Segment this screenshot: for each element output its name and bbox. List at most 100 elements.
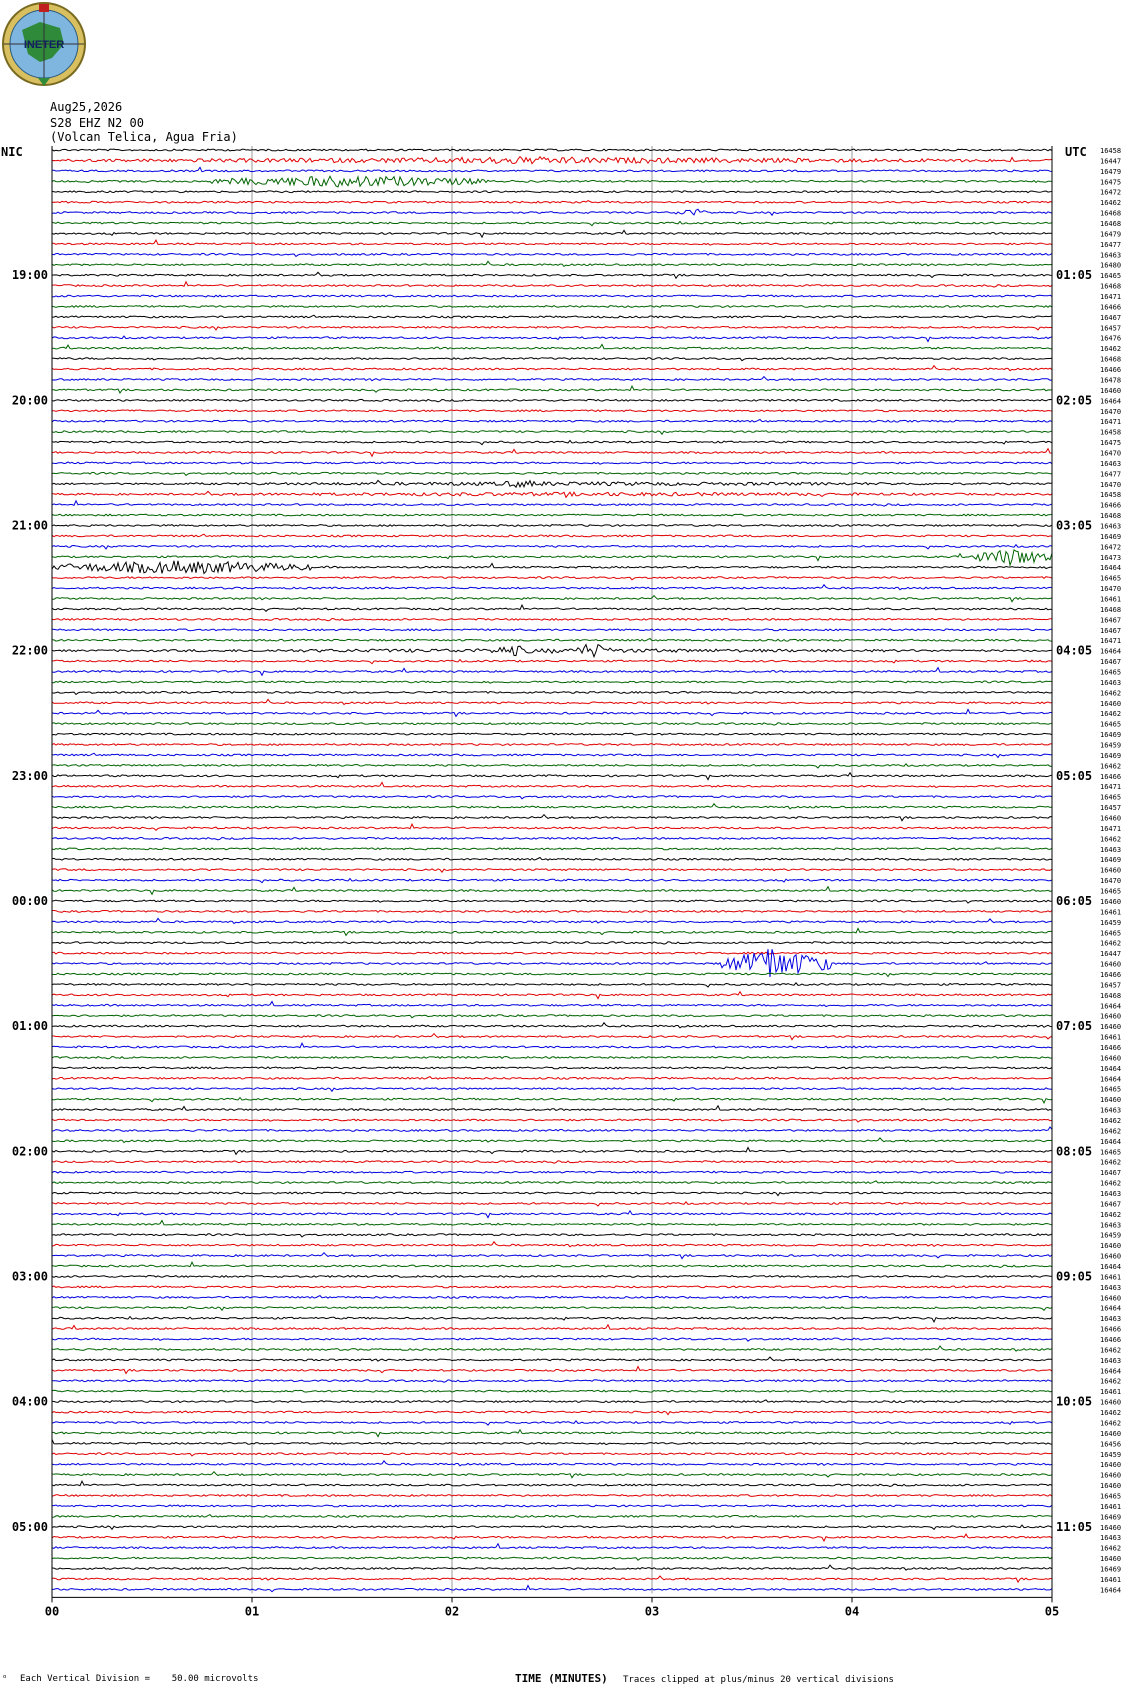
trace-value-label: 16466	[1100, 303, 1121, 311]
trace-value-label: 16462	[1100, 1409, 1121, 1417]
trace-row-109	[51, 1285, 1053, 1289]
trace-value-label: 16462	[1100, 1211, 1121, 1219]
trace-row-74	[51, 917, 1053, 925]
trace-value-label: 16460	[1100, 1294, 1121, 1302]
trace-row-108	[51, 1274, 1052, 1278]
trace-row-51	[51, 680, 1053, 684]
trace-value-label: 16464	[1100, 1075, 1121, 1083]
left-time-label-10: 05:00	[12, 1520, 48, 1534]
trace-value-label: 16463	[1100, 1357, 1121, 1365]
trace-row-22	[51, 375, 1053, 382]
right-time-label-3: 04:05	[1056, 644, 1092, 658]
trace-row-92	[51, 1104, 1053, 1112]
trace-row-57	[51, 743, 1052, 747]
trace-row-96	[51, 1146, 1052, 1156]
trace-value-label: 16464	[1100, 564, 1121, 572]
trace-value-label: 16468	[1100, 606, 1121, 614]
trace-value-label: 16461	[1100, 1388, 1121, 1396]
trace-row-134	[51, 1542, 1053, 1550]
trace-value-label: 16475	[1100, 439, 1121, 447]
trace-value-label: 16463	[1100, 846, 1121, 854]
trace-value-label: 16462	[1100, 1378, 1121, 1386]
trace-row-29	[51, 447, 1052, 458]
trace-value-label: 16460	[1100, 1013, 1121, 1021]
trace-value-label: 16467	[1100, 1169, 1121, 1177]
trace-value-label: 16463	[1100, 1221, 1121, 1229]
trace-row-105	[51, 1240, 1053, 1248]
trace-row-107	[51, 1261, 1053, 1269]
trace-value-label: 16461	[1100, 1034, 1121, 1042]
right-time-label-5: 06:05	[1056, 894, 1092, 908]
trace-value-label: 16466	[1100, 366, 1121, 374]
trace-value-label: 16447	[1100, 157, 1121, 165]
trace-value-label: 16460	[1100, 1096, 1121, 1104]
x-axis-title: TIME (MINUTES)	[515, 1672, 608, 1685]
trace-row-120	[51, 1399, 1053, 1404]
trace-value-label: 16460	[1100, 1399, 1121, 1407]
trace-value-label: 16463	[1100, 1534, 1121, 1542]
trace-value-label: 16463	[1100, 251, 1121, 259]
trace-value-label: 16461	[1100, 1503, 1121, 1511]
trace-row-127	[51, 1470, 1053, 1479]
left-time-label-5: 00:00	[12, 894, 48, 908]
trace-value-label: 16466	[1100, 1336, 1121, 1344]
trace-row-77	[51, 951, 1053, 955]
trace-value-label: 16465	[1100, 1492, 1121, 1500]
trace-row-28	[51, 439, 1053, 446]
trace-row-12	[51, 271, 1053, 280]
trace-value-label: 16465	[1100, 888, 1121, 896]
trace-row-56	[51, 732, 1053, 736]
trace-value-label: 16462	[1100, 1545, 1121, 1553]
trace-row-103	[51, 1219, 1053, 1227]
trace-row-86	[51, 1042, 1053, 1049]
trace-row-82	[51, 1000, 1053, 1008]
trace-row-98	[51, 1170, 1053, 1174]
trace-value-label: 16463	[1100, 679, 1121, 687]
trace-row-124	[51, 1439, 1053, 1446]
trace-row-76	[51, 941, 1053, 945]
trace-value-label: 16470	[1100, 408, 1121, 416]
left-time-label-2: 21:00	[12, 518, 48, 532]
trace-row-34	[51, 499, 1053, 507]
trace-value-label: 16463	[1100, 460, 1121, 468]
trace-value-label: 16462	[1100, 199, 1121, 207]
trace-row-64	[51, 813, 1053, 822]
trace-value-label: 16460	[1100, 815, 1121, 823]
trace-row-43	[52, 594, 1053, 603]
trace-value-label: 16468	[1100, 356, 1121, 364]
trace-value-label: 16456	[1100, 1440, 1121, 1448]
trace-value-label: 16471	[1100, 783, 1121, 791]
trace-row-101	[51, 1200, 1053, 1207]
trace-row-81	[51, 990, 1053, 1000]
trace-value-label: 16460	[1100, 1524, 1121, 1532]
trace-row-46	[51, 628, 1053, 632]
trace-row-97	[51, 1160, 1053, 1164]
trace-row-128	[51, 1480, 1053, 1488]
trace-row-114	[51, 1337, 1053, 1342]
trace-value-label: 16469	[1100, 533, 1121, 541]
trace-row-23	[51, 384, 1053, 394]
trace-value-label: 16467	[1100, 1200, 1121, 1208]
trace-value-label: 16477	[1100, 241, 1121, 249]
trace-value-label: 16472	[1100, 189, 1121, 197]
helicorder-plot: 19:00 20:00 21:00 22:00 23:00 00:00 01:00 02:00…	[12, 146, 1121, 1618]
trace-row-4	[51, 190, 1053, 194]
trace-row-83	[51, 1014, 1053, 1019]
trace-row-130	[52, 1504, 1053, 1508]
trace-value-label: 16464	[1100, 648, 1121, 656]
trace-row-8	[51, 229, 1053, 239]
trace-row-41	[51, 576, 1053, 581]
trace-row-25	[51, 409, 1053, 413]
seismic-traces	[51, 148, 1053, 1593]
trace-value-label: 16470	[1100, 585, 1121, 593]
trace-row-11	[51, 260, 1053, 268]
trace-value-label: 16462	[1100, 1117, 1121, 1125]
trace-value-label: 16479	[1100, 168, 1121, 176]
trace-row-66	[51, 836, 1052, 841]
trace-value-label: 16459	[1100, 1451, 1121, 1459]
trace-value-label: 16460	[1100, 1054, 1121, 1062]
trace-value-label: 16462	[1100, 710, 1121, 718]
trace-row-121	[51, 1410, 1053, 1416]
trace-row-131	[51, 1513, 1052, 1518]
trace-value-label: 16459	[1100, 742, 1121, 750]
